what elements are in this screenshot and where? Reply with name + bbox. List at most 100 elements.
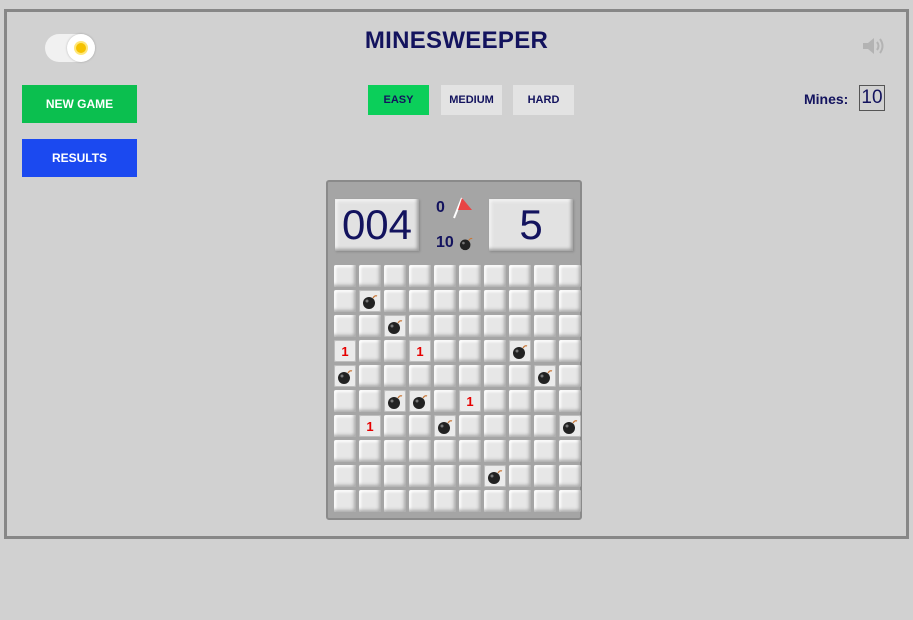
speaker-icon[interactable] <box>861 35 887 57</box>
covered-cell[interactable] <box>434 290 456 312</box>
covered-cell[interactable] <box>509 440 531 462</box>
covered-cell[interactable] <box>484 415 506 437</box>
covered-cell[interactable] <box>334 290 356 312</box>
covered-cell[interactable] <box>334 315 356 337</box>
covered-cell[interactable] <box>559 290 581 312</box>
covered-cell[interactable] <box>534 490 556 512</box>
covered-cell[interactable] <box>459 365 481 387</box>
covered-cell[interactable] <box>409 315 431 337</box>
covered-cell[interactable] <box>484 290 506 312</box>
covered-cell[interactable] <box>509 365 531 387</box>
covered-cell[interactable] <box>459 315 481 337</box>
number-cell[interactable]: 1 <box>334 340 356 362</box>
covered-cell[interactable] <box>459 415 481 437</box>
covered-cell[interactable] <box>359 315 381 337</box>
covered-cell[interactable] <box>484 440 506 462</box>
covered-cell[interactable] <box>434 340 456 362</box>
covered-cell[interactable] <box>409 415 431 437</box>
covered-cell[interactable] <box>384 265 406 287</box>
covered-cell[interactable] <box>409 265 431 287</box>
mine-cell[interactable] <box>434 415 456 437</box>
number-cell[interactable]: 1 <box>459 390 481 412</box>
mine-cell[interactable] <box>384 315 406 337</box>
covered-cell[interactable] <box>559 365 581 387</box>
covered-cell[interactable] <box>559 440 581 462</box>
covered-cell[interactable] <box>359 365 381 387</box>
covered-cell[interactable] <box>559 315 581 337</box>
covered-cell[interactable] <box>384 365 406 387</box>
covered-cell[interactable] <box>534 465 556 487</box>
covered-cell[interactable] <box>359 390 381 412</box>
covered-cell[interactable] <box>409 440 431 462</box>
covered-cell[interactable] <box>359 340 381 362</box>
covered-cell[interactable] <box>509 265 531 287</box>
results-button[interactable]: RESULTS <box>22 139 137 177</box>
covered-cell[interactable] <box>484 390 506 412</box>
covered-cell[interactable] <box>509 315 531 337</box>
covered-cell[interactable] <box>334 440 356 462</box>
difficulty-medium-button[interactable]: MEDIUM <box>441 85 502 115</box>
covered-cell[interactable] <box>409 465 431 487</box>
difficulty-easy-button[interactable]: EASY <box>368 85 429 115</box>
number-cell[interactable]: 1 <box>409 340 431 362</box>
covered-cell[interactable] <box>434 315 456 337</box>
covered-cell[interactable] <box>484 490 506 512</box>
covered-cell[interactable] <box>534 390 556 412</box>
covered-cell[interactable] <box>359 265 381 287</box>
covered-cell[interactable] <box>459 290 481 312</box>
new-game-button[interactable]: NEW GAME <box>22 85 137 123</box>
mines-input[interactable]: 10 <box>859 85 885 111</box>
covered-cell[interactable] <box>434 490 456 512</box>
covered-cell[interactable] <box>559 490 581 512</box>
covered-cell[interactable] <box>559 390 581 412</box>
covered-cell[interactable] <box>509 390 531 412</box>
covered-cell[interactable] <box>534 415 556 437</box>
covered-cell[interactable] <box>484 365 506 387</box>
covered-cell[interactable] <box>509 290 531 312</box>
covered-cell[interactable] <box>434 265 456 287</box>
mine-cell[interactable] <box>534 365 556 387</box>
covered-cell[interactable] <box>484 265 506 287</box>
covered-cell[interactable] <box>509 490 531 512</box>
covered-cell[interactable] <box>384 465 406 487</box>
covered-cell[interactable] <box>359 465 381 487</box>
covered-cell[interactable] <box>334 415 356 437</box>
covered-cell[interactable] <box>509 415 531 437</box>
covered-cell[interactable] <box>534 340 556 362</box>
covered-cell[interactable] <box>334 390 356 412</box>
covered-cell[interactable] <box>484 340 506 362</box>
covered-cell[interactable] <box>459 340 481 362</box>
number-cell[interactable]: 1 <box>359 415 381 437</box>
covered-cell[interactable] <box>359 440 381 462</box>
covered-cell[interactable] <box>559 340 581 362</box>
covered-cell[interactable] <box>534 315 556 337</box>
mine-cell[interactable] <box>359 290 381 312</box>
covered-cell[interactable] <box>459 440 481 462</box>
covered-cell[interactable] <box>509 465 531 487</box>
covered-cell[interactable] <box>334 465 356 487</box>
covered-cell[interactable] <box>459 490 481 512</box>
covered-cell[interactable] <box>384 440 406 462</box>
covered-cell[interactable] <box>534 290 556 312</box>
covered-cell[interactable] <box>434 390 456 412</box>
covered-cell[interactable] <box>409 490 431 512</box>
difficulty-hard-button[interactable]: HARD <box>513 85 574 115</box>
covered-cell[interactable] <box>434 440 456 462</box>
mine-cell[interactable] <box>559 415 581 437</box>
covered-cell[interactable] <box>409 290 431 312</box>
mine-cell[interactable] <box>409 390 431 412</box>
covered-cell[interactable] <box>459 465 481 487</box>
covered-cell[interactable] <box>434 465 456 487</box>
mine-cell[interactable] <box>484 465 506 487</box>
covered-cell[interactable] <box>384 490 406 512</box>
covered-cell[interactable] <box>459 265 481 287</box>
covered-cell[interactable] <box>534 440 556 462</box>
covered-cell[interactable] <box>559 465 581 487</box>
covered-cell[interactable] <box>409 365 431 387</box>
covered-cell[interactable] <box>434 365 456 387</box>
covered-cell[interactable] <box>384 340 406 362</box>
covered-cell[interactable] <box>559 265 581 287</box>
covered-cell[interactable] <box>534 265 556 287</box>
covered-cell[interactable] <box>484 315 506 337</box>
mine-cell[interactable] <box>334 365 356 387</box>
